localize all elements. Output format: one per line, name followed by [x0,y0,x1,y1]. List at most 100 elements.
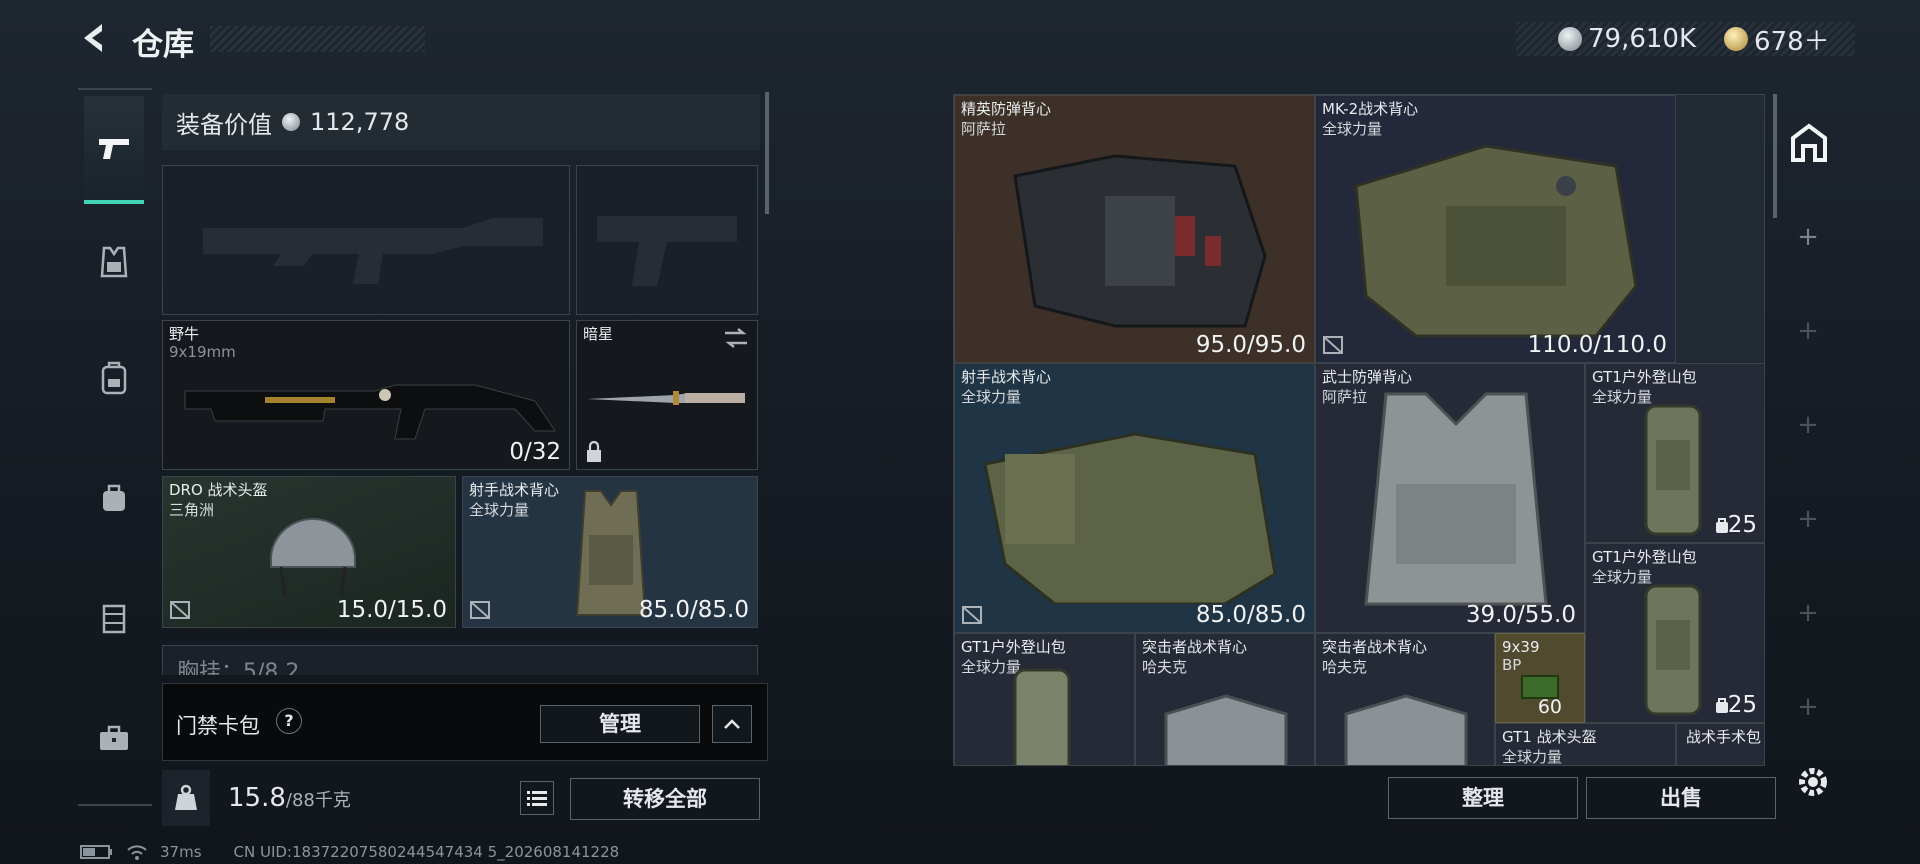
silver-coin-icon [282,113,300,131]
nav-bag[interactable] [84,468,144,528]
sell-button[interactable]: 出售 [1586,777,1776,819]
weight-value: 15.8 [228,783,286,813]
pistol-icon [99,139,129,159]
helmet-maker: 三角洲 [169,501,215,519]
pistol-silhouette-icon [597,216,737,286]
vest-name: 射手战术背心 [469,481,560,499]
weapon-name: 野牛 [169,325,200,343]
nav-container[interactable] [84,588,144,648]
back-button[interactable] [76,18,116,58]
melee-name: 暗星 [583,325,614,343]
help-button[interactable]: ? [276,708,302,734]
back-arrow-icon [84,24,102,52]
sort-button[interactable]: 整理 [1388,777,1578,819]
stash-tile[interactable]: 射手战术背心 全球力量 85.0/85.0 [954,363,1315,633]
ammo-count: 0/32 [509,439,561,465]
stash-tile[interactable]: 突击者战术背心 哈夫克 [1315,633,1495,765]
silver-amount: 79,610K [1588,24,1697,54]
rig-image [1164,694,1288,765]
weight-icon [175,784,197,810]
weapon-caliber: 9x19mm [169,343,236,361]
primary-weapon-slot[interactable] [162,165,570,315]
stash-tile[interactable]: GT1户外登山包 全球力量 25 [1585,363,1764,543]
weight-unit: /88千克 [285,790,351,811]
weight-readout: 15.8/88千克 [228,783,351,813]
item-maker: 哈夫克 [1142,658,1188,676]
add-page-button[interactable]: + [1797,600,1819,626]
briefcase-icon [100,725,128,750]
move-all-button[interactable]: 转移全部 [570,778,760,820]
equipment-value-label: 装备价值 [176,110,272,139]
silver-coin-icon [1558,27,1582,51]
rig-image [1344,694,1468,765]
stash-tile[interactable]: 突击者战术背心 哈夫克 [1135,633,1315,765]
item-name: 突击者战术背心 [1322,638,1428,656]
settings-button[interactable] [1795,764,1831,800]
ping: 37ms [160,843,202,861]
secondary-weapon-slot[interactable] [576,165,758,315]
currency-bar: 79,610K 678＋ [1516,21,1855,58]
backpack-image [1644,404,1702,536]
add-page-button[interactable]: + [1797,318,1819,344]
collapse-button[interactable] [712,705,752,743]
stash-tile[interactable]: MK-2战术背心 全球力量 110.0/110.0 [1315,95,1676,363]
vest-durability: 85.0/85.0 [638,597,749,623]
add-page-button[interactable]: + [1797,224,1819,250]
weapon-slot-bison[interactable]: 野牛 9x19mm 0/32 [162,320,570,470]
stash-tile[interactable]: 战术手术包 [1676,723,1764,765]
left-scrollbar[interactable] [765,92,769,214]
nav-backpack[interactable] [84,348,144,408]
equipment-value: 112,778 [310,108,410,136]
item-name: GT1户外登山包 [1592,368,1697,386]
gear-icon [1799,768,1827,796]
stash-tile[interactable]: 精英防弹背心 阿萨拉 95.0/95.0 [954,95,1315,363]
item-capacity: 25 [1727,692,1757,718]
chevron-up-icon [724,719,740,729]
armor-vest-image [983,432,1277,604]
item-maker: 全球力量 [1502,748,1563,766]
item-durability: 39.0/55.0 [1465,602,1576,628]
gold-coin-icon [1724,27,1749,51]
stash-tile[interactable]: GT1户外登山包 全球力量 25 [1585,543,1764,723]
stash-tile[interactable]: GT1 战术头盔 全球力量 [1495,723,1676,766]
stash-tile[interactable]: 武士防弹背心 阿萨拉 39.0/55.0 [1315,363,1585,633]
manage-button[interactable]: 管理 [540,705,700,743]
keycard-label: 门禁卡包 [176,714,260,738]
nav-case[interactable] [84,708,144,768]
vest-maker: 全球力量 [469,501,530,519]
list-icon [527,791,547,806]
swap-icon [725,328,747,348]
stash-tile[interactable]: GT1户外登山包 全球力量 [954,633,1135,765]
item-name: 战术手术包 [1685,728,1761,746]
stash-page-nav: + + + + + + [1775,98,1841,798]
item-durability: 85.0/85.0 [1195,602,1306,628]
helmet-image [270,518,356,598]
nav-weapons[interactable] [84,96,144,204]
stash-tile[interactable]: 9x39 BP 60 [1495,633,1585,723]
backpack-icon [101,361,127,395]
gold-amount[interactable]: 678＋ [1754,21,1830,58]
add-page-button[interactable]: + [1797,506,1819,532]
smg-image [184,384,556,440]
add-page-button[interactable]: + [1797,694,1819,720]
armor-vest-image [1013,154,1267,328]
title-decor [210,26,425,52]
ammo-count: 60 [1537,696,1562,718]
add-page-button[interactable]: + [1797,412,1819,438]
knife-image [587,391,745,405]
melee-slot[interactable]: 暗星 [576,320,758,470]
category-nav [78,88,152,806]
vest-slot[interactable]: 射手战术背心 全球力量 85.0/85.0 [462,476,758,628]
helmet-slot[interactable]: DRO 战术头盔 三角洲 15.0/15.0 [162,476,456,628]
container-icon [102,604,126,634]
chest-rig-row[interactable]: 胸挂：5/8 2 [162,645,758,675]
rifle-silhouette-icon [203,218,543,284]
helmet-name: DRO 战术头盔 [169,481,268,499]
item-durability: 95.0/95.0 [1195,332,1306,358]
uid: CN UID:18372207580244547434 5_2026081412… [233,843,620,861]
item-capacity: 25 [1727,512,1757,538]
list-view-button[interactable] [520,781,554,815]
nav-vest[interactable] [84,232,144,292]
bag-icon [103,484,125,511]
page-title: 仓库 [132,27,194,63]
